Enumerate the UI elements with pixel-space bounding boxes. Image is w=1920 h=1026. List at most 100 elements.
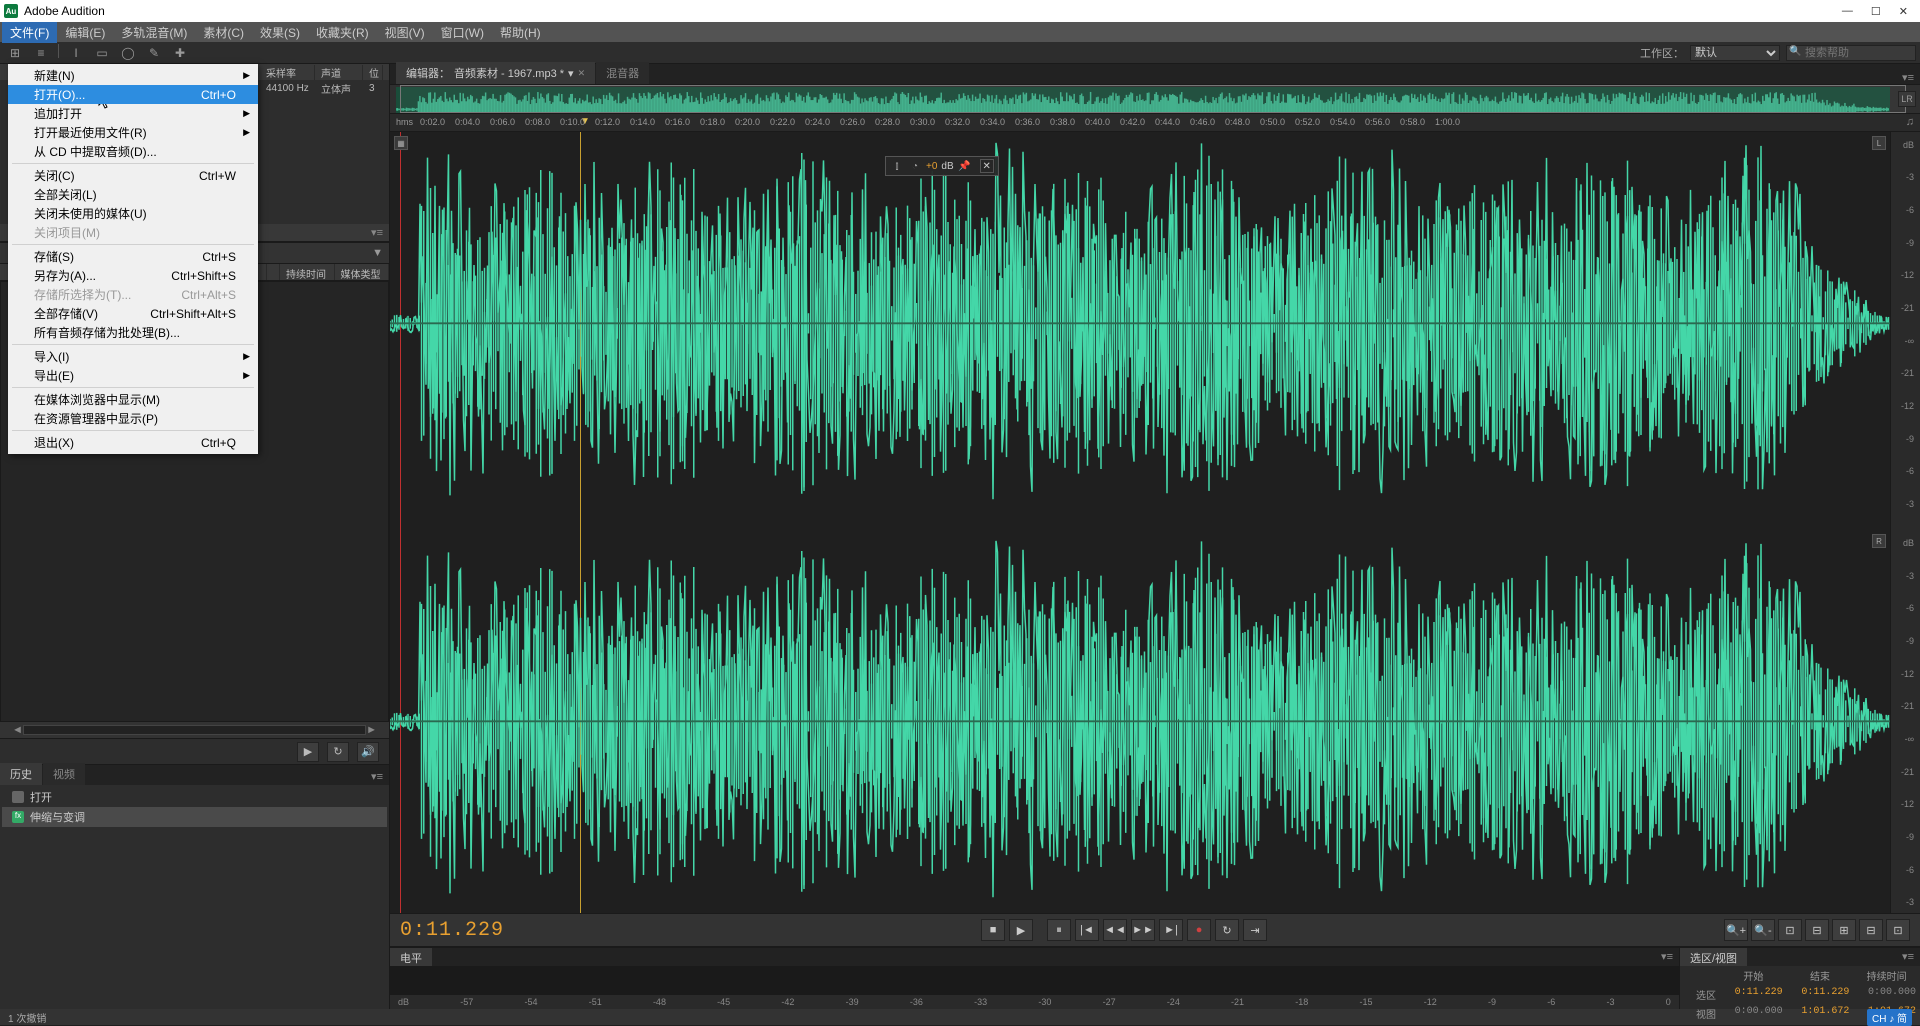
selview-selection-start[interactable]: 0:11.229 xyxy=(1720,985,1787,1004)
preview-loop-button[interactable]: ↻ xyxy=(327,742,349,762)
time-ruler[interactable]: hms ▼ ♫ 0:02.00:04.00:06.00:08.00:10.00:… xyxy=(390,114,1920,132)
selview-panel-menu-icon[interactable]: ▾≡ xyxy=(1896,948,1920,966)
col-mediatype[interactable]: 媒体类型 xyxy=(335,264,390,280)
menu-item[interactable]: 关闭未使用的媒体(U) xyxy=(8,204,258,223)
menu-item[interactable]: 导入(I)▶ xyxy=(8,347,258,366)
workspace-select[interactable]: 默认 xyxy=(1690,45,1780,61)
menu-item[interactable]: 全部关闭(L) xyxy=(8,185,258,204)
tab-mixer[interactable]: 混音器 xyxy=(596,62,649,84)
menu-m[interactable]: 多轨混音(M) xyxy=(113,22,195,43)
zoom-out-h-button[interactable]: 🔍- xyxy=(1751,919,1775,941)
window-close[interactable]: ✕ xyxy=(1899,5,1908,18)
levels-panel-menu-icon[interactable]: ▾≡ xyxy=(1655,948,1679,966)
waveform-viewport[interactable]: ▦ L ⫾ ◔ +0 dB 📌 ✕ R xyxy=(390,132,1890,913)
channel-menu-icon[interactable]: ▦ xyxy=(394,136,408,150)
tab-levels[interactable]: 电平 xyxy=(390,948,432,966)
col-bits[interactable]: 位 xyxy=(363,65,383,80)
timecode-display[interactable]: 0:11.229 xyxy=(400,919,524,942)
goto-end-button[interactable]: ►| xyxy=(1159,919,1183,941)
menu-item[interactable]: 从 CD 中提取音频(D)... xyxy=(8,142,258,161)
menu-item[interactable]: 在资源管理器中显示(P) xyxy=(8,409,258,428)
loop-button[interactable]: ↻ xyxy=(1215,919,1239,941)
tab-selection-view[interactable]: 选区/视图 xyxy=(1680,948,1747,966)
tab-history[interactable]: 历史 xyxy=(0,763,42,785)
hud-close-icon[interactable]: ✕ xyxy=(980,159,994,173)
selview-view-end[interactable]: 1:01.672 xyxy=(1787,1004,1854,1023)
selview-view-start[interactable]: 0:00.000 xyxy=(1720,1004,1787,1023)
ime-badge[interactable]: CH ♪ 简 xyxy=(1867,1009,1912,1026)
menu-item[interactable]: 打开(O)...Ctrl+O xyxy=(8,85,258,104)
zoom-full-button[interactable]: ⊡ xyxy=(1778,919,1802,941)
tool-multitrack-icon[interactable]: ≡ xyxy=(32,44,50,62)
menu-item[interactable]: 关闭(C)Ctrl+W xyxy=(8,166,258,185)
menu-item[interactable]: 所有音频存储为批处理(B)... xyxy=(8,323,258,342)
app-title: Adobe Audition xyxy=(24,4,105,18)
record-button[interactable]: ● xyxy=(1187,919,1211,941)
editor-panel-menu-icon[interactable]: ▾≡ xyxy=(1896,71,1920,84)
menu-c[interactable]: 素材(C) xyxy=(195,22,252,43)
skip-selection-button[interactable]: ⇥ xyxy=(1243,919,1267,941)
menu-item[interactable]: 存储(S)Ctrl+S xyxy=(8,247,258,266)
zoom-in-h-button[interactable]: 🔍+ xyxy=(1724,919,1748,941)
preview-scrollbar[interactable]: ◄► xyxy=(0,722,389,738)
channel-toggle-button[interactable]: LR xyxy=(1898,91,1916,107)
goto-start-button[interactable]: |◄ xyxy=(1075,919,1099,941)
selview-selection-end[interactable]: 0:11.229 xyxy=(1787,985,1854,1004)
menu-e[interactable]: 编辑(E) xyxy=(57,22,113,43)
preview-play-button[interactable]: ▶ xyxy=(297,742,319,762)
fastforward-button[interactable]: ►► xyxy=(1131,919,1155,941)
menu-v[interactable]: 视图(V) xyxy=(377,22,433,43)
tool-lasso-icon[interactable]: ◯ xyxy=(119,44,137,62)
overview-strip[interactable]: LR xyxy=(390,84,1920,114)
menu-item[interactable]: 导出(E)▶ xyxy=(8,366,258,385)
panel-menu-icon[interactable]: ▾≡ xyxy=(371,226,383,239)
tool-marquee-icon[interactable]: ▭ xyxy=(93,44,111,62)
zoom-out-v-button[interactable]: ⊟ xyxy=(1859,919,1883,941)
stop-button[interactable]: ■ xyxy=(981,919,1005,941)
menu-w[interactable]: 窗口(W) xyxy=(433,22,492,43)
menu-item[interactable]: 打开最近使用文件(R)▶ xyxy=(8,123,258,142)
pause-button[interactable]: ⏸ xyxy=(1047,919,1071,941)
search-help-input[interactable] xyxy=(1786,45,1916,61)
tab-video[interactable]: 视频 xyxy=(43,763,85,785)
zoom-in-v-button[interactable]: ⊞ xyxy=(1832,919,1856,941)
col-duration[interactable]: 持续时间 xyxy=(280,264,335,280)
hud-pin-icon[interactable]: 📌 xyxy=(958,159,972,173)
menu-r[interactable]: 收藏夹(R) xyxy=(308,22,377,43)
menu-s[interactable]: 效果(S) xyxy=(252,22,308,43)
history-item[interactable]: 打开 xyxy=(2,787,387,807)
editor-tab-dropdown-icon[interactable]: ▾ xyxy=(568,67,574,80)
tool-ibeam-icon[interactable]: I xyxy=(67,44,85,62)
tab-editor[interactable]: 编辑器： 音频素材 - 1967.mp3 * ▾ ✕ xyxy=(396,62,595,84)
menu-item[interactable]: 新建(N)▶ xyxy=(8,66,258,85)
menu-h[interactable]: 帮助(H) xyxy=(492,22,549,43)
editor-tab-close-icon[interactable]: ✕ xyxy=(578,68,586,79)
menu-item[interactable]: 追加打开▶ xyxy=(8,104,258,123)
menu-item[interactable]: 在媒体浏览器中显示(M) xyxy=(8,390,258,409)
tool-waveform-icon[interactable]: ⊞ xyxy=(6,44,24,62)
history-panel-menu-icon[interactable]: ▾≡ xyxy=(365,768,389,785)
menu-item[interactable]: 全部存储(V)Ctrl+Shift+Alt+S xyxy=(8,304,258,323)
menu-f[interactable]: 文件(F) xyxy=(2,22,57,43)
zoom-reset-v-button[interactable]: ⊡ xyxy=(1886,919,1910,941)
col-name[interactable] xyxy=(267,264,280,280)
window-maximize[interactable]: ☐ xyxy=(1871,5,1881,18)
rewind-button[interactable]: ◄◄ xyxy=(1103,919,1127,941)
menu-item[interactable]: 退出(X)Ctrl+Q xyxy=(8,433,258,452)
tool-heal-icon[interactable]: ✚ xyxy=(171,44,189,62)
selview-selection-duration[interactable]: 0:00.000 xyxy=(1853,985,1920,1004)
window-minimize[interactable]: — xyxy=(1842,5,1853,18)
menu-item[interactable]: 另存为(A)...Ctrl+Shift+S xyxy=(8,266,258,285)
preview-autoplay-button[interactable]: 🔊 xyxy=(357,742,379,762)
volume-hud[interactable]: ⫾ ◔ +0 dB 📌 ✕ xyxy=(885,156,999,176)
play-button[interactable]: ▶ xyxy=(1009,919,1033,941)
col-channels[interactable]: 声道 xyxy=(315,65,363,80)
col-samplerate[interactable]: 采样率 xyxy=(260,65,315,80)
tool-brush-icon[interactable]: ✎ xyxy=(145,44,163,62)
overview-range-handle[interactable] xyxy=(400,85,1906,113)
filter-icon[interactable]: ▼ xyxy=(372,247,383,259)
zoom-selection-button[interactable]: ⊟ xyxy=(1805,919,1829,941)
headphones-icon[interactable]: ♫ xyxy=(1906,116,1914,128)
hud-db-value[interactable]: +0 xyxy=(926,161,937,172)
history-item[interactable]: fx伸缩与变调 xyxy=(2,807,387,827)
